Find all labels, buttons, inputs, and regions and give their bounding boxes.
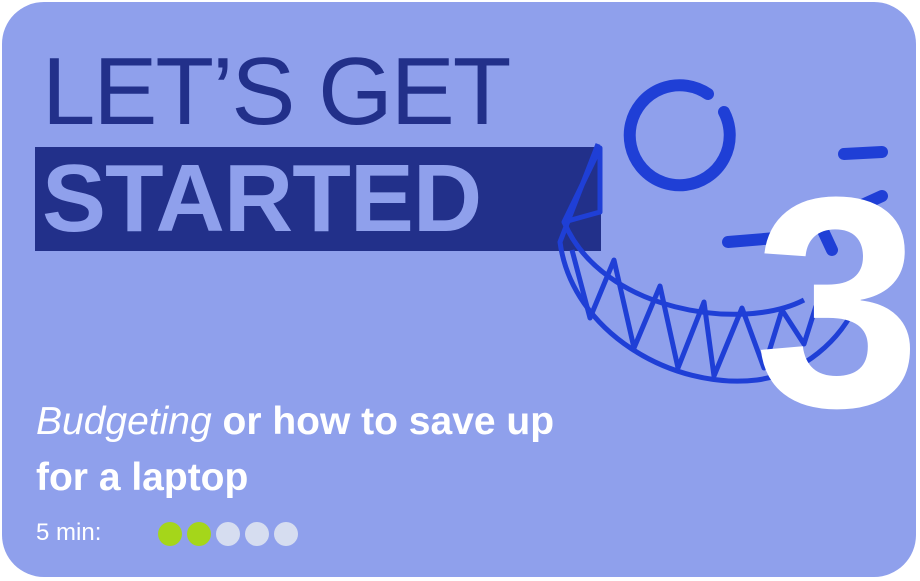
difficulty-dot-empty [274,522,298,546]
difficulty-rating [158,522,298,546]
lesson-title-emphasis: Budgeting [36,400,212,443]
headline-line-2: STARTED [42,145,482,252]
lesson-card[interactable]: LET’S GET STARTED 3 Budgeting or how to … [2,2,916,577]
difficulty-dot-empty [245,522,269,546]
difficulty-dot-filled [187,522,211,546]
lesson-title: Budgeting or how to save up for a laptop [36,394,596,506]
lesson-number: 3 [754,134,916,470]
difficulty-dot-filled [158,522,182,546]
duration-label: 5 min: [36,519,102,546]
difficulty-dot-empty [216,522,240,546]
headline-line-1: LET’S GET [42,38,511,145]
